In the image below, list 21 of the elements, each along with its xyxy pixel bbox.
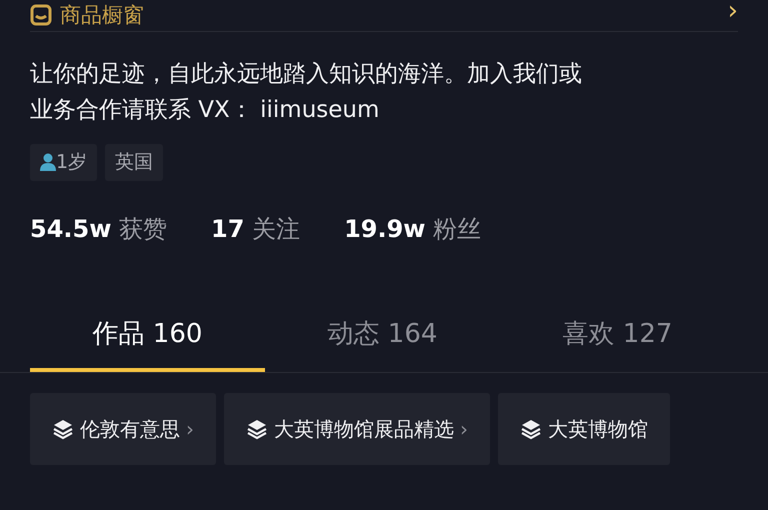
chevron-icon[interactable]: › <box>728 0 738 31</box>
layers-icon <box>52 418 74 440</box>
chevron-icon: › <box>186 414 194 444</box>
profile-stat: 19.9w 粉丝 <box>344 214 482 244</box>
shop-window-link[interactable]: 商品橱窗 <box>60 0 144 31</box>
profile-stat: 17 关注 <box>211 214 300 244</box>
chevron-icon: › <box>460 414 468 444</box>
collection-chip[interactable]: 伦敦有意思 › <box>30 392 216 464</box>
profile-bio: 让你的足迹，自此永远地踏入知识的海洋。加入我们或业务合作请联系 VX： iiimuseum <box>30 60 583 125</box>
collection-chip[interactable]: 大英博物馆展品精选 › <box>224 392 490 464</box>
profile-tab[interactable]: 动态 164 <box>265 306 500 372</box>
profile-tab[interactable]: 作品 160 <box>30 306 265 372</box>
profile-tag: 1岁 <box>30 144 98 180</box>
collection-chip[interactable]: 大英博物馆 <box>498 392 670 464</box>
profile-tag: 英国 <box>105 144 164 180</box>
person-icon <box>40 153 56 172</box>
layers-icon <box>520 418 542 440</box>
profile-stat: 54.5w 获赞 <box>30 214 168 244</box>
profile-tab[interactable]: 喜欢 127 <box>500 306 735 372</box>
layers-icon <box>246 418 268 440</box>
shop-icon <box>30 4 52 26</box>
